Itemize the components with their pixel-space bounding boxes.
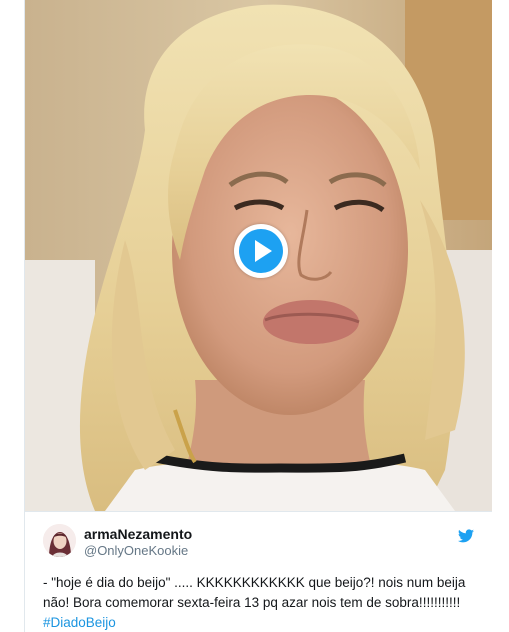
video-thumbnail[interactable]: [25, 0, 492, 511]
tweet-embed: armaNezamento @OnlyOneKookie - "hoje é d…: [24, 0, 492, 632]
tweet-text-body: - "hoje é dia do beijo" ..... KKKKKKKKKK…: [43, 575, 466, 610]
twitter-bird-icon[interactable]: [458, 529, 474, 543]
play-triangle: [255, 240, 272, 262]
play-icon: [239, 229, 283, 273]
avatar-image: [43, 524, 76, 557]
user-handle[interactable]: @OnlyOneKookie: [84, 543, 188, 558]
play-button[interactable]: [234, 224, 288, 278]
display-name[interactable]: armaNezamento: [84, 526, 192, 542]
avatar[interactable]: [43, 524, 76, 557]
hashtag-link[interactable]: #DiadoBeijo: [43, 615, 116, 630]
tweet-text: - "hoje é dia do beijo" ..... KKKKKKKKKK…: [43, 573, 473, 632]
tweet-footer: armaNezamento @OnlyOneKookie - "hoje é d…: [25, 511, 492, 632]
